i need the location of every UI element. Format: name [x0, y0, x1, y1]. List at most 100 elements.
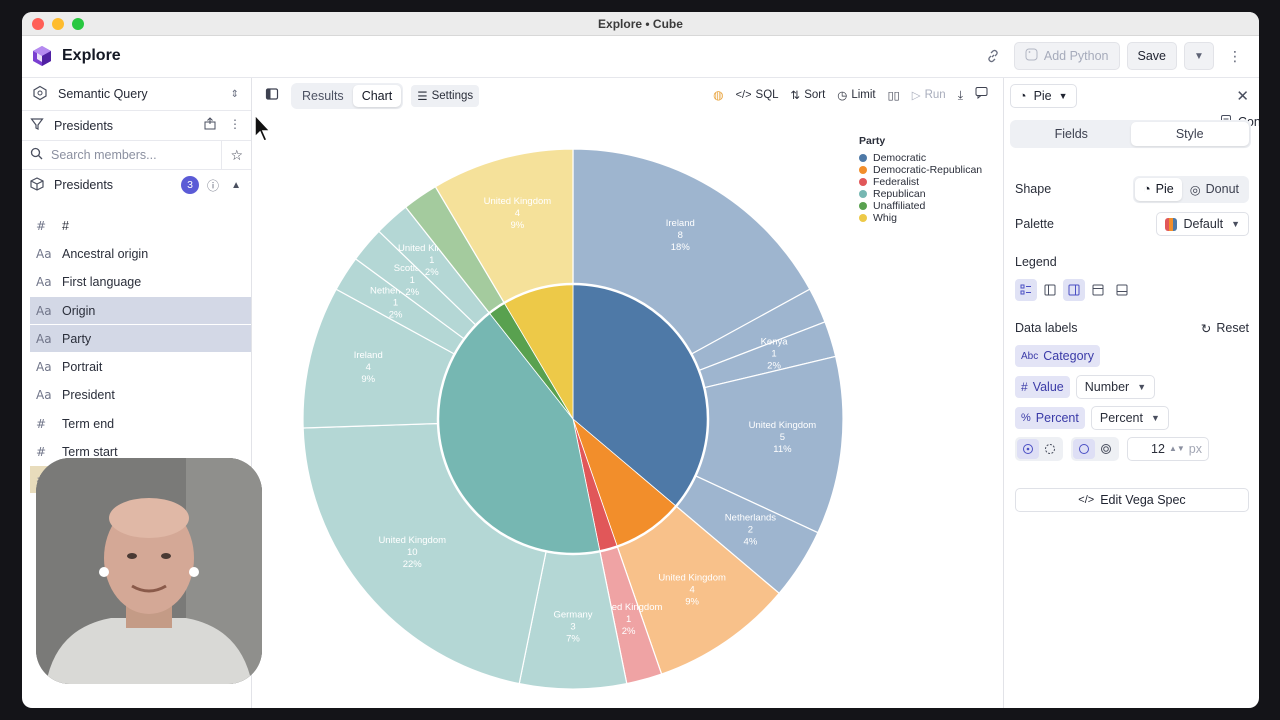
category-chip[interactable]: Abc Category [1015, 345, 1100, 367]
legend-item[interactable]: Whig [859, 212, 982, 224]
slice-label: 4% [744, 536, 758, 547]
group-label: Presidents [54, 178, 114, 192]
value-format-label: Number [1084, 380, 1130, 394]
sidebar-toggle-icon[interactable] [265, 87, 279, 106]
sql-button[interactable]: </> SQL [736, 89, 779, 101]
close-window-button[interactable] [32, 18, 44, 30]
legend-section: Legend [1015, 253, 1249, 271]
columns-icon[interactable]: ▯▯ [888, 89, 900, 102]
sort-icon: ⇅ [790, 90, 801, 102]
sort-button[interactable]: ⇅ Sort [791, 88, 826, 102]
download-icon[interactable]: ⤓ [958, 88, 963, 103]
save-label: Save [1137, 49, 1167, 63]
palette-select[interactable]: Default ▼ [1156, 212, 1249, 236]
member-item[interactable]: Aa First language [30, 268, 251, 295]
limit-button[interactable]: ◷ Limit [837, 88, 875, 102]
zoom-window-button[interactable] [72, 18, 84, 30]
up-down-chevron-icon: ⇕ [230, 88, 239, 100]
member-item[interactable]: # # [30, 212, 251, 239]
tab-chart[interactable]: Chart [352, 85, 402, 107]
share-icon[interactable] [203, 117, 217, 134]
save-button[interactable]: Save [1126, 42, 1177, 70]
label-outside-icon[interactable] [1039, 439, 1061, 459]
legend-list-icon[interactable] [1015, 279, 1037, 301]
member-item[interactable]: # Term end [30, 410, 251, 437]
legend-bottom-icon[interactable] [1111, 279, 1133, 301]
settings-button[interactable]: ☰ Settings [411, 85, 480, 107]
panel-tabs: Fields Style [1010, 120, 1251, 148]
legend-left-icon[interactable] [1039, 279, 1061, 301]
members-group-header[interactable]: Presidents 3 ⓘ ▲ [22, 171, 251, 199]
convert-workbook-button[interactable]: Convert to workbook ▼ [1184, 42, 1259, 129]
tab-results[interactable]: Results [293, 85, 353, 107]
member-item-selected[interactable]: Aa Origin [30, 297, 251, 324]
legend-swatch [859, 202, 867, 210]
member-label: Term end [62, 416, 115, 431]
slice-label: 2 [748, 524, 753, 535]
sql-label: SQL [755, 89, 779, 101]
query-type-select[interactable]: Semantic Query ⇕ [22, 78, 251, 111]
chevron-down-icon[interactable]: ▼ [1185, 43, 1213, 69]
value-chip[interactable]: # Value [1015, 376, 1070, 398]
legend-item[interactable]: Federalist [859, 176, 982, 188]
dimension-type-icon: Aa [36, 274, 52, 289]
legend-label: Unaffiliated [873, 200, 926, 212]
label-inside-icon[interactable] [1017, 439, 1039, 459]
comment-icon[interactable] [975, 86, 988, 104]
chevron-down-icon: ▼ [1137, 382, 1147, 392]
ai-brush-icon[interactable]: ◍ [713, 88, 723, 102]
reset-button[interactable]: ↻ Reset [1201, 321, 1249, 336]
slice-label: 11% [773, 444, 792, 455]
link-icon[interactable] [979, 42, 1007, 70]
single-ring-icon[interactable] [1073, 439, 1095, 459]
chevron-up-icon[interactable]: ▲ [231, 180, 241, 191]
legend-swatch [859, 178, 867, 186]
webcam-overlay [36, 458, 262, 684]
cube-more-icon[interactable]: ⋮ [229, 117, 241, 134]
search-input[interactable] [51, 148, 211, 162]
member-search-box[interactable] [22, 141, 222, 169]
member-item[interactable]: Aa Ancestral origin [30, 240, 251, 267]
slice-label: 1 [410, 275, 415, 286]
dimension-type-icon: Aa [36, 303, 52, 318]
member-item[interactable]: Aa President [30, 381, 251, 408]
chart-type-label: Pie [1033, 89, 1052, 103]
shape-donut-option[interactable]: ◎ Donut [1182, 178, 1247, 201]
slice-label: 4 [689, 585, 694, 596]
minimize-window-button[interactable] [52, 18, 64, 30]
more-menu-icon[interactable]: ⋮ [1221, 42, 1249, 70]
chart-area: Ireland 8 18% Kenya 1 2% United Kingdom 5 11% Net… [253, 113, 1002, 708]
member-item[interactable]: Aa Portrait [30, 353, 251, 380]
legend-top-icon[interactable] [1087, 279, 1109, 301]
double-ring-icon[interactable] [1095, 439, 1117, 459]
font-size-stepper[interactable]: 12 ▲▼ px [1127, 437, 1209, 461]
chart-type-select[interactable]: ◔ Pie ▼ [1010, 84, 1077, 108]
edit-vega-spec-button[interactable]: </> Edit Vega Spec [1015, 488, 1249, 512]
close-icon[interactable]: ✕ [1236, 87, 1249, 105]
legend-item[interactable]: Unaffiliated [859, 200, 982, 212]
legend-position-options [1015, 279, 1133, 301]
legend-item[interactable]: Republican [859, 188, 982, 200]
cube-icon [30, 176, 44, 194]
favorites-star-icon[interactable]: ☆ [230, 147, 243, 164]
shape-pie-option[interactable]: ◔ Pie [1135, 177, 1182, 201]
run-button[interactable]: ▷ Run [912, 88, 946, 102]
donut-icon: ◎ [1189, 182, 1201, 197]
legend-item[interactable]: Democratic-Republican [859, 164, 982, 176]
percent-format-select[interactable]: Percent ▼ [1090, 406, 1169, 430]
tab-style[interactable]: Style [1130, 122, 1249, 146]
legend-label: Federalist [873, 176, 920, 188]
chart-toolbar: Results Chart ☰ Settings ◍ </> SQL ⇅ Sor… [253, 78, 1002, 113]
stepper-arrows-icon[interactable]: ▲▼ [1169, 445, 1185, 453]
add-python-button[interactable]: Add Python [1013, 42, 1120, 70]
value-format-select[interactable]: Number ▼ [1075, 375, 1156, 399]
legend-item[interactable]: Democratic [859, 152, 982, 164]
info-icon[interactable]: ⓘ [207, 177, 219, 194]
chart-settings-panel: ◔ Pie ▼ ✕ Fields Style Shape ◔ Pie ◎ Donut… [1003, 78, 1259, 708]
tab-fields[interactable]: Fields [1012, 122, 1131, 146]
code-icon: </> [735, 89, 752, 101]
legend-right-icon[interactable] [1063, 279, 1085, 301]
percent-chip[interactable]: % Percent [1015, 407, 1085, 429]
member-item-selected[interactable]: Aa Party [30, 325, 251, 352]
clock-icon: ◷ [837, 90, 848, 102]
